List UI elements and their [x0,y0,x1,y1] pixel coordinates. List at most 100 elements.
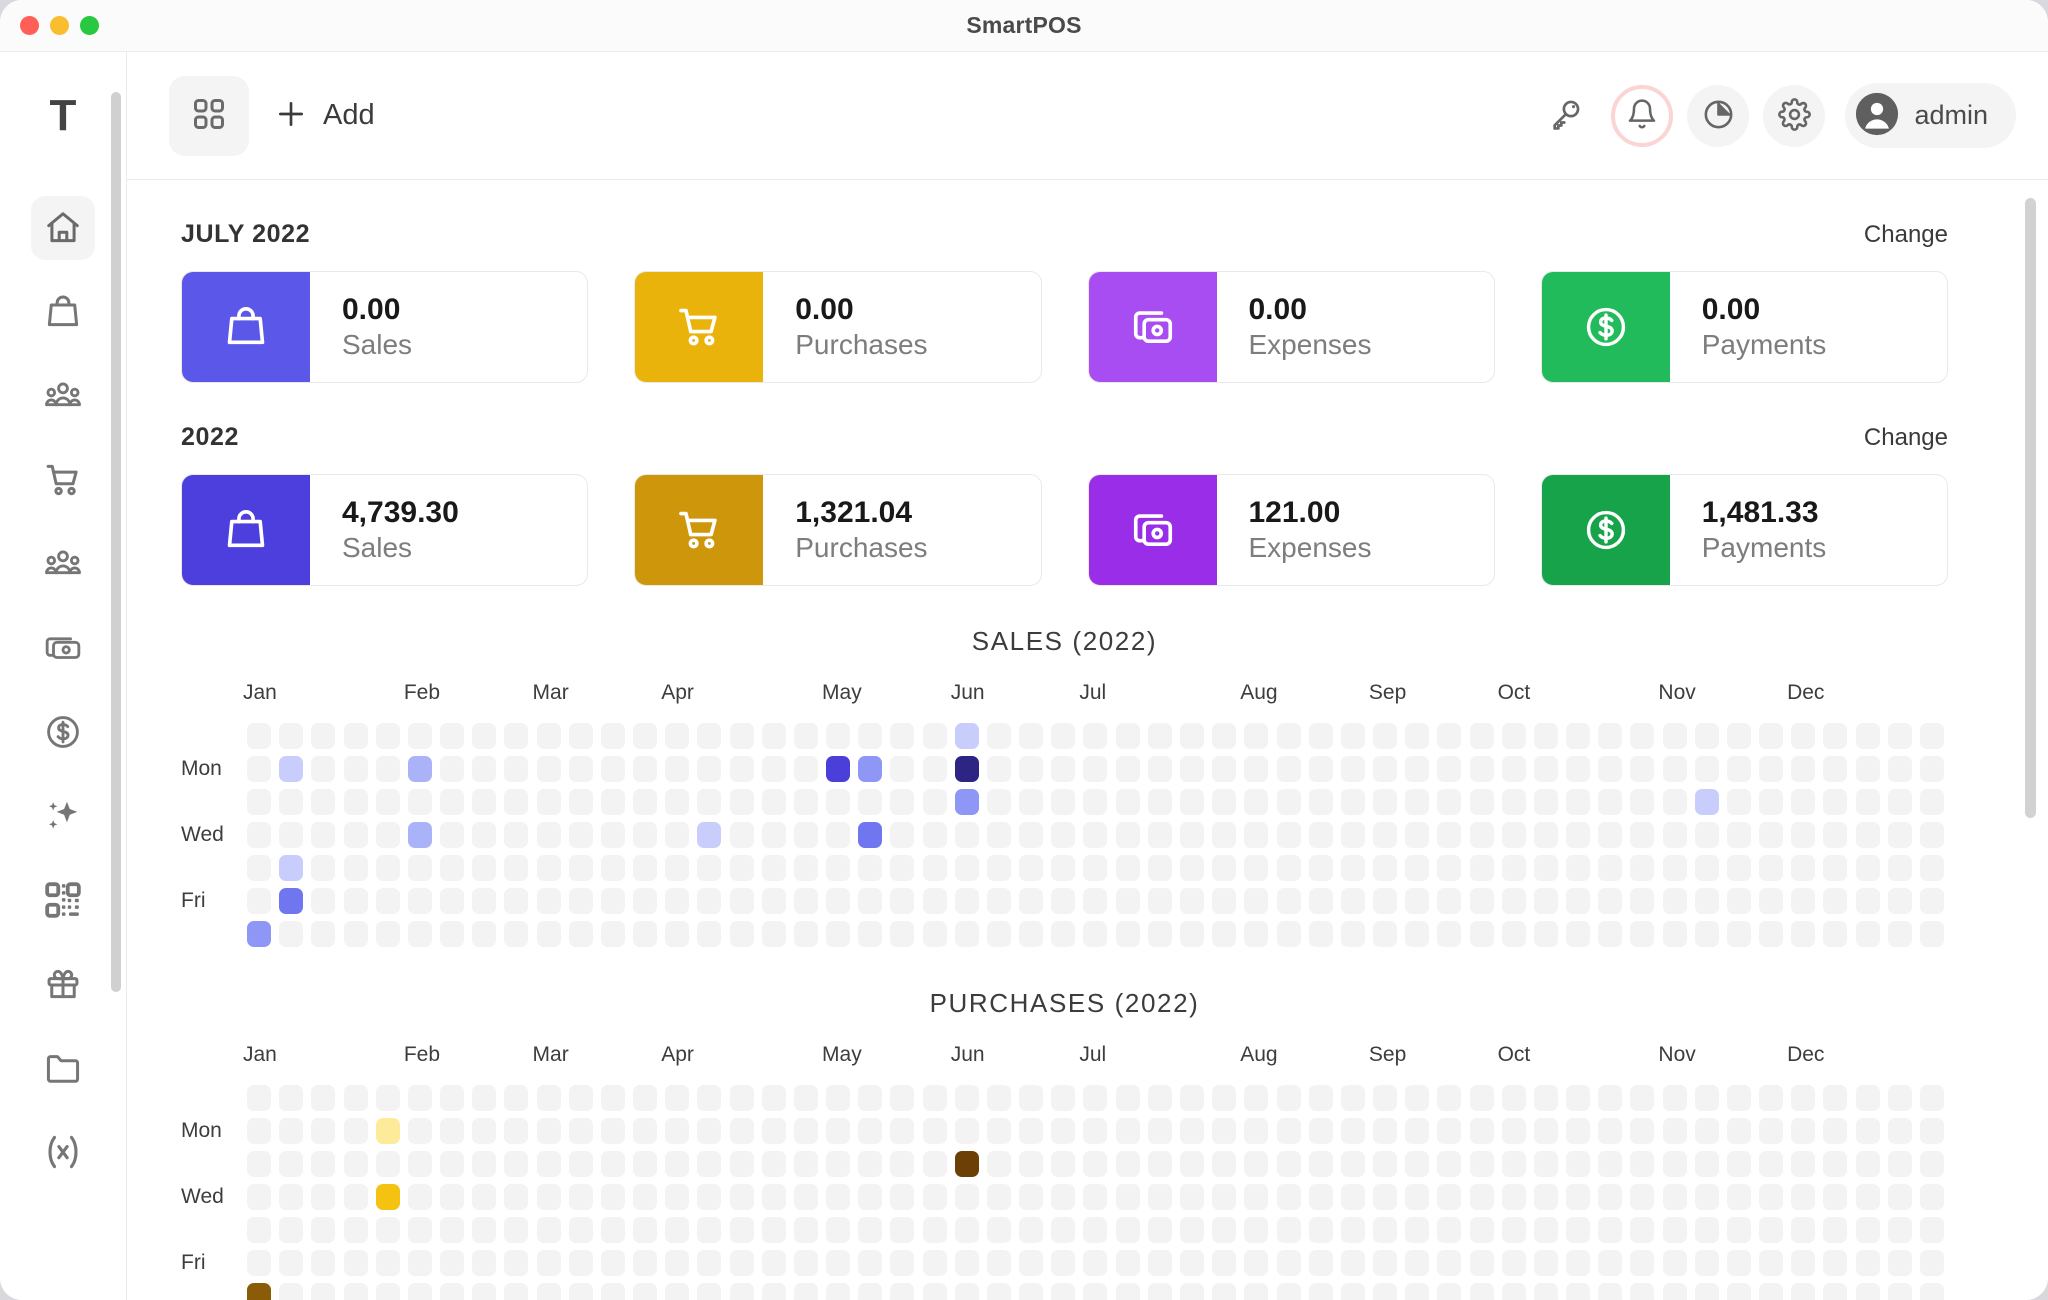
heatmap-cell[interactable] [1433,884,1465,917]
heatmap-cell[interactable] [1305,884,1337,917]
heatmap-cell[interactable] [1498,818,1530,851]
heatmap-cell[interactable] [1530,752,1562,785]
heatmap-cell[interactable] [1626,1213,1658,1246]
heatmap-cell[interactable] [1305,719,1337,752]
heatmap-cell[interactable] [919,851,951,884]
heatmap-cell[interactable] [597,884,629,917]
heatmap-cell[interactable] [500,752,532,785]
heatmap-cell[interactable] [1465,917,1497,950]
heatmap-cell[interactable] [983,818,1015,851]
heatmap-cell[interactable] [1015,752,1047,785]
heatmap-cell[interactable] [1755,917,1787,950]
heatmap-cell[interactable] [1787,917,1819,950]
heatmap-cell[interactable] [340,884,372,917]
heatmap-cell[interactable] [1562,1213,1594,1246]
heatmap-cell[interactable] [1530,917,1562,950]
heatmap-cell[interactable] [1047,884,1079,917]
heatmap-cell[interactable] [983,785,1015,818]
heatmap-cell[interactable] [983,1081,1015,1114]
heatmap-cell[interactable] [372,1081,404,1114]
heatmap-cell[interactable] [1723,851,1755,884]
heatmap-cell[interactable] [693,1213,725,1246]
heatmap-cell[interactable] [1112,1213,1144,1246]
heatmap-cell[interactable] [983,752,1015,785]
heatmap-cell[interactable] [1047,1147,1079,1180]
heatmap-cell[interactable] [372,1114,404,1147]
heatmap-cell[interactable] [854,1180,886,1213]
heatmap-cell[interactable] [1498,851,1530,884]
heatmap-cell[interactable] [1723,752,1755,785]
heatmap-cell[interactable] [1465,1114,1497,1147]
heatmap-cell[interactable] [1144,1180,1176,1213]
heatmap-cell[interactable] [500,851,532,884]
heatmap-cell[interactable] [1884,1081,1916,1114]
heatmap-cell[interactable] [1079,719,1111,752]
heatmap-cell[interactable] [1112,1114,1144,1147]
heatmap-cell[interactable] [1884,752,1916,785]
heatmap-cell[interactable] [1112,851,1144,884]
heatmap-cell[interactable] [919,752,951,785]
heatmap-cell[interactable] [1755,1081,1787,1114]
heatmap-cell[interactable] [1208,917,1240,950]
heatmap-cell[interactable] [726,1147,758,1180]
heatmap-cell[interactable] [1240,1213,1272,1246]
heatmap-cell[interactable] [822,884,854,917]
heatmap-cell[interactable] [1369,1213,1401,1246]
heatmap-cell[interactable] [1079,1081,1111,1114]
heatmap-cell[interactable] [886,785,918,818]
heatmap-cell[interactable] [1594,752,1626,785]
heatmap-cell[interactable] [886,917,918,950]
heatmap-cell[interactable] [1240,1147,1272,1180]
heatmap-cell[interactable] [1240,917,1272,950]
heatmap-cell[interactable] [1498,1114,1530,1147]
heatmap-cell[interactable] [1465,1180,1497,1213]
heatmap-cell[interactable] [1916,719,1948,752]
heatmap-cell[interactable] [1433,752,1465,785]
heatmap-cell[interactable] [790,1114,822,1147]
heatmap-cell[interactable] [372,851,404,884]
heatmap-cell[interactable] [1112,884,1144,917]
heatmap-cell[interactable] [1691,884,1723,917]
heatmap-cell[interactable] [1498,719,1530,752]
heatmap-cell[interactable] [1401,884,1433,917]
heatmap-cell[interactable] [1272,719,1304,752]
heatmap-cell[interactable] [1047,851,1079,884]
heatmap-cell[interactable] [1272,917,1304,950]
heatmap-cell[interactable] [1626,1246,1658,1279]
heatmap-cell[interactable] [693,1246,725,1279]
heatmap-cell[interactable] [275,1279,307,1300]
heatmap-cell[interactable] [597,1246,629,1279]
heatmap-cell[interactable] [1626,1147,1658,1180]
change-period-link[interactable]: Change [1864,424,1948,452]
heatmap-cell[interactable] [1755,818,1787,851]
heatmap-cell[interactable] [886,1180,918,1213]
heatmap-cell[interactable] [436,1279,468,1300]
heatmap-cell[interactable] [1594,917,1626,950]
heatmap-cell[interactable] [275,752,307,785]
heatmap-cell[interactable] [693,719,725,752]
heatmap-cell[interactable] [854,818,886,851]
heatmap-cell[interactable] [661,1081,693,1114]
heatmap-cell[interactable] [1723,1246,1755,1279]
heatmap-cell[interactable] [1916,818,1948,851]
heatmap-cell[interactable] [1658,884,1690,917]
heatmap-cell[interactable] [1658,851,1690,884]
sidebar-item-3[interactable] [31,448,95,512]
heatmap-cell[interactable] [1079,1213,1111,1246]
heatmap-cell[interactable] [436,1246,468,1279]
heatmap-cell[interactable] [1433,719,1465,752]
heatmap-cell[interactable] [1176,917,1208,950]
heatmap-cell[interactable] [1401,1180,1433,1213]
heatmap-cell[interactable] [1819,851,1851,884]
heatmap-cell[interactable] [1015,851,1047,884]
heatmap-cell[interactable] [307,1213,339,1246]
heatmap-cell[interactable] [1272,1279,1304,1300]
heatmap-cell[interactable] [1208,884,1240,917]
heatmap-cell[interactable] [1465,884,1497,917]
heatmap-cell[interactable] [1208,1180,1240,1213]
heatmap-cell[interactable] [1144,1279,1176,1300]
stat-card-sales[interactable]: 4,739.30Sales [181,474,588,586]
heatmap-cell[interactable] [1272,785,1304,818]
heatmap-cell[interactable] [629,752,661,785]
heatmap-cell[interactable] [919,1081,951,1114]
